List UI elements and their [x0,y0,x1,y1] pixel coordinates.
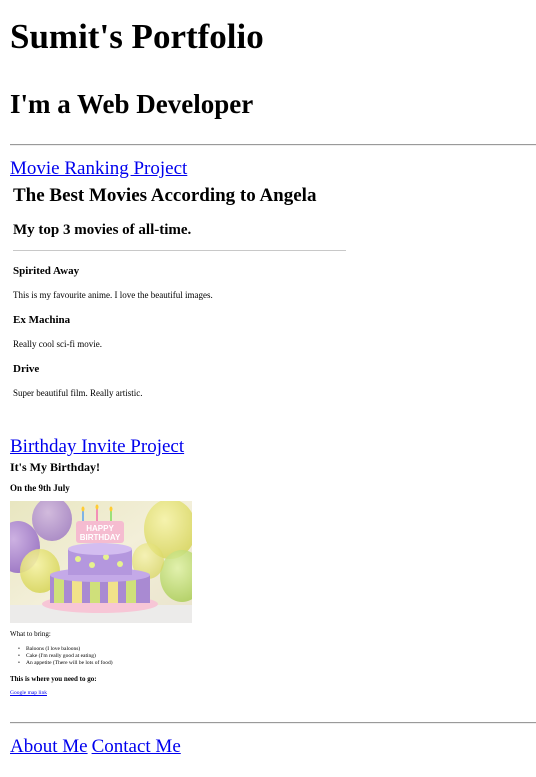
movie-preview-subtitle: My top 3 movies of all-time. [13,222,192,238]
contact-me-link[interactable]: Contact Me [92,736,181,757]
location-heading: This is where you need to go: [10,675,97,683]
movie-description: This is my favourite anime. I love the b… [13,290,213,300]
footer-nav: About Me Contact Me [10,736,181,758]
movie-description: Super beautiful film. Really artistic. [13,388,143,398]
movie-ranking-project-link[interactable]: Movie Ranking Project [10,158,187,180]
movie-preview-divider [13,250,346,251]
google-map-link[interactable]: Google map link [10,690,47,697]
movie-name: Spirited Away [13,265,80,277]
page-subtitle: I'm a Web Developer [10,89,254,119]
svg-text:HAPPY: HAPPY [86,524,114,533]
svg-text:BIRTHDAY: BIRTHDAY [80,533,121,542]
movie-name: Drive [13,363,40,375]
divider-top [10,144,536,146]
list-item: An appetite (There will be lots of food) [18,660,113,667]
list-item: Baloons (I love baloons) [18,646,113,653]
about-me-link[interactable]: About Me [10,736,88,757]
birthday-invite-project-link[interactable]: Birthday Invite Project [10,436,184,458]
divider-bottom [10,722,536,724]
what-to-bring-heading: What to bring: [10,630,51,638]
list-item: Cake (I'm really good at eating) [18,653,113,660]
birthday-preview-title: It's My Birthday! [10,460,100,474]
movie-preview-title: The Best Movies According to Angela [13,185,317,206]
page-title: Sumit's Portfolio [10,17,264,56]
movie-description: Really cool sci-fi movie. [13,339,102,349]
birthday-cake-image: HAPPY BIRTHDAY [10,501,192,623]
birthday-preview-date: On the 9th July [10,483,70,493]
bring-list: Baloons (I love baloons) Cake (I'm reall… [18,646,113,667]
movie-name: Ex Machina [13,314,71,326]
